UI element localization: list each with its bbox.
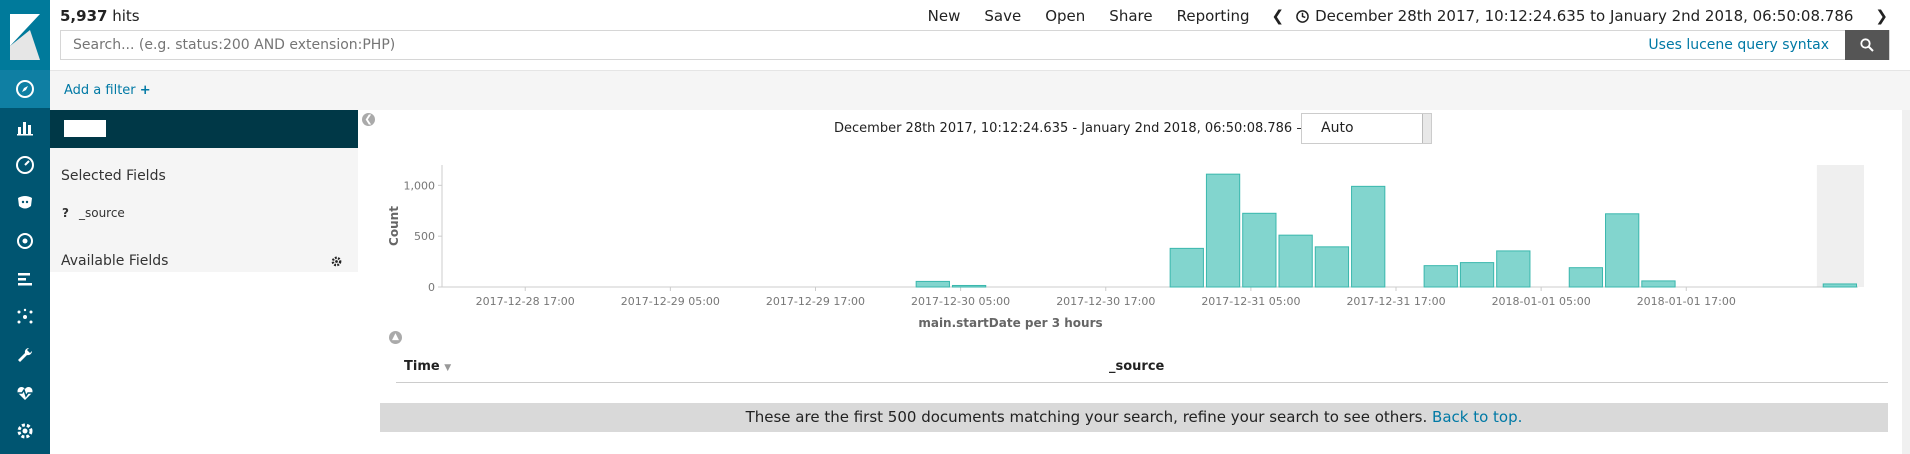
management-icon[interactable] [0,412,50,450]
machine-learning-icon[interactable] [0,222,50,260]
field-source[interactable]: ? _source [62,206,125,220]
histogram-chart: 0 500 1,000 2017-12-28 17:00 2017-12-29 05:0… [387,165,1864,330]
hits-count: 5,937 hits [60,7,140,25]
kibana-logo[interactable] [0,0,50,72]
toggle-chart-icon[interactable]: ▲ [389,331,402,344]
results-limit-note: These are the first 500 documents matchi… [380,403,1888,432]
new-button[interactable]: New [928,7,961,25]
discover-icon[interactable] [0,70,50,108]
query-bar: Uses lucene query syntax [60,30,1890,60]
y-tick-label: 1,000 [404,179,436,192]
histogram-bar [1605,213,1640,288]
histogram-bar [1423,265,1458,288]
histogram-bar [1205,173,1241,288]
x-tick-label: 2018-01-01 05:00 [1492,295,1591,308]
histogram-range-text: December 28th 2017, 10:12:24.635 - Janua… [834,121,1310,136]
histogram-bar [1459,262,1495,288]
timelion-icon[interactable] [0,184,50,222]
top-nav: 5,937 hits New Save Open Share Reporting… [50,0,1910,30]
y-axis-label: Count [387,206,401,246]
column-source: _source [1109,359,1165,374]
column-time[interactable]: Time ▼ [404,359,451,374]
histogram-bar [1351,185,1386,288]
x-tick-label: 2018-01-01 17:00 [1637,295,1736,308]
time-picker[interactable]: December 28th 2017, 10:12:24.635 to Janu… [1296,7,1853,25]
search-icon [1860,38,1874,52]
time-back-chevron-icon[interactable]: ❮ [1272,7,1285,25]
save-button[interactable]: Save [984,7,1021,25]
histogram-bar [915,280,950,288]
histogram-bar [1641,280,1676,288]
select-caret-icon [1422,114,1431,143]
time-forward-chevron-icon[interactable]: ❯ [1875,7,1888,25]
y-tick-label: 0 [428,281,435,294]
share-button[interactable]: Share [1109,7,1152,25]
doc-table-header: Time ▼ _source [396,355,1888,383]
field-sidebar: Selected Fields ? _source Available Field… [50,110,358,272]
search-input[interactable] [61,31,1851,59]
histogram-bar [1278,234,1313,288]
graph-icon[interactable] [0,298,50,336]
available-fields-title: Available Fields [61,253,169,269]
back-to-top-link[interactable]: Back to top. [1432,408,1522,426]
collapse-sidebar-icon[interactable]: ❮ [362,113,375,126]
interval-value: Auto [1321,120,1354,136]
histogram-bar [1496,250,1531,288]
histogram-bar [951,284,987,288]
index-pattern-name-redacted [64,120,106,137]
current-range-shade [1816,165,1864,287]
dashboard-icon[interactable] [0,146,50,184]
histogram-bar [1822,283,1857,288]
x-axis-label: main.startDate per 3 hours [918,316,1102,330]
x-tick-label: 2017-12-29 17:00 [766,295,865,308]
apm-icon[interactable] [0,260,50,298]
x-tick-label: 2017-12-31 17:00 [1346,295,1445,308]
filter-bar: Add a filter + [50,70,1910,110]
add-filter-button[interactable]: Add a filter + [64,83,151,98]
y-tick-label: 500 [414,230,435,243]
x-tick-label: 2017-12-29 05:00 [621,295,720,308]
field-name: _source [78,206,125,220]
dev-tools-icon[interactable] [0,336,50,374]
index-pattern-bar[interactable] [50,110,358,148]
app-sidebar-rail [0,0,50,454]
monitoring-icon[interactable] [0,374,50,412]
x-tick-label: 2017-12-30 17:00 [1056,295,1155,308]
histogram-bar [1242,212,1277,288]
clock-icon [1296,9,1309,23]
x-tick-label: 2017-12-30 05:00 [911,295,1010,308]
reporting-button[interactable]: Reporting [1177,7,1250,25]
selected-fields-title: Selected Fields [61,168,166,184]
gear-icon[interactable] [331,256,342,267]
top-menu: New Save Open Share Reporting ❮ December… [904,7,1888,25]
open-button[interactable]: Open [1045,7,1085,25]
x-tick-label: 2017-12-28 17:00 [476,295,575,308]
lucene-syntax-link[interactable]: Uses lucene query syntax [1648,37,1829,53]
interval-select[interactable]: Auto [1301,113,1432,144]
visualize-icon[interactable] [0,108,50,146]
histogram-bar [1169,247,1204,288]
time-range-label: December 28th 2017, 10:12:24.635 to Janu… [1315,7,1854,25]
sort-down-icon[interactable]: ▼ [444,363,451,373]
plus-icon: + [139,83,151,98]
unknown-type-icon: ? [62,206,69,220]
note-text: These are the first 500 documents matchi… [745,408,1428,426]
scrollbar[interactable] [1902,110,1910,454]
search-button[interactable] [1845,30,1889,60]
x-tick-label: 2017-12-31 05:00 [1201,295,1300,308]
histogram-bar [1568,267,1604,288]
histogram-bar [1314,246,1350,288]
